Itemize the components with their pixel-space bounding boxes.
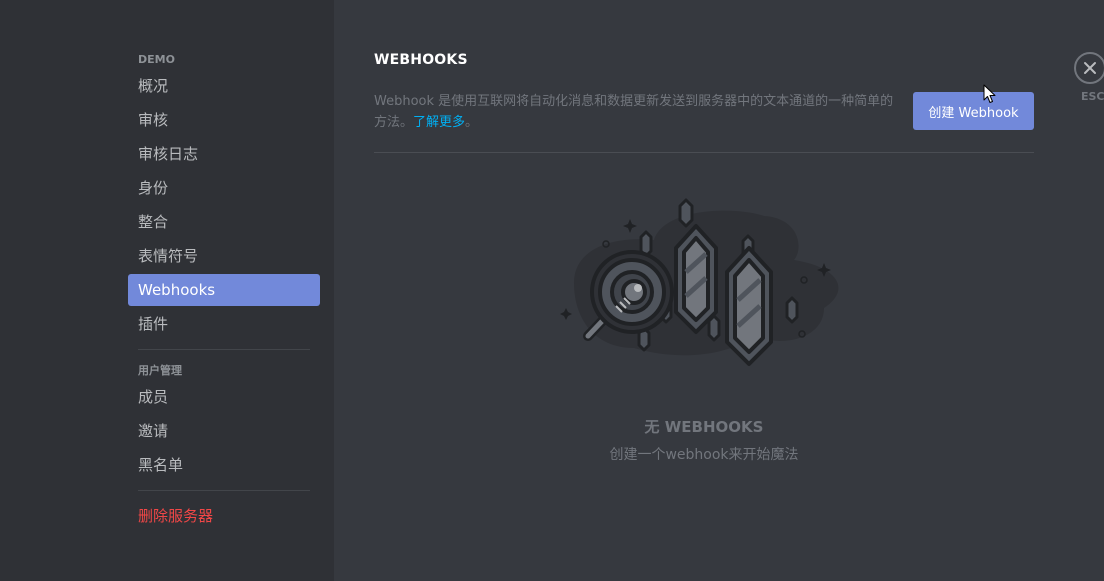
learn-more-link[interactable]: 了解更多	[413, 115, 465, 130]
server-section-header: DEMO	[138, 53, 175, 66]
header-divider	[374, 152, 1034, 153]
empty-state-subtitle: 创建一个webhook来开始魔法	[609, 447, 799, 463]
settings-nav: DEMO 概况 审核 审核日志 身份 整合 表情符号 Webhooks 插件 用…	[128, 48, 320, 534]
sidebar-item-plugins[interactable]: 插件	[128, 308, 320, 340]
webhooks-description: Webhook 是使用互联网将自动化消息和数据更新发送到服务器中的文本通道的一种…	[374, 91, 894, 133]
user-management-header: 用户管理	[138, 364, 182, 377]
sidebar-divider	[138, 490, 310, 491]
sidebar-item-roles[interactable]: 身份	[128, 172, 320, 204]
sidebar-divider	[138, 349, 310, 350]
create-webhook-button[interactable]: 创建 Webhook	[913, 92, 1034, 130]
settings-sidebar: DEMO 概况 审核 审核日志 身份 整合 表情符号 Webhooks 插件 用…	[0, 0, 334, 581]
sidebar-item-webhooks[interactable]: Webhooks	[128, 274, 320, 306]
sidebar-item-integrations[interactable]: 整合	[128, 206, 320, 238]
close-button[interactable]	[1074, 52, 1104, 84]
page-title: WEBHOOKS	[374, 52, 468, 68]
sidebar-item-invites[interactable]: 邀请	[128, 415, 320, 447]
mouse-pointer-icon	[983, 84, 996, 103]
sidebar-item-overview[interactable]: 概况	[128, 70, 320, 102]
sidebar-item-members[interactable]: 成员	[128, 381, 320, 413]
close-icon	[1084, 62, 1096, 74]
sidebar-item-emoji[interactable]: 表情符号	[128, 240, 320, 272]
delete-server-button[interactable]: 删除服务器	[128, 500, 320, 532]
description-end: 。	[465, 115, 479, 130]
sidebar-item-audit-log[interactable]: 审核日志	[128, 138, 320, 170]
close-settings: ESC	[1074, 52, 1104, 103]
empty-state-title: 无 WEBHOOKS	[644, 418, 764, 436]
sidebar-item-bans[interactable]: 黑名单	[128, 449, 320, 481]
esc-label: ESC	[1081, 90, 1104, 103]
empty-webhooks-illustration-icon	[560, 198, 839, 366]
sidebar-item-moderation[interactable]: 审核	[128, 104, 320, 136]
